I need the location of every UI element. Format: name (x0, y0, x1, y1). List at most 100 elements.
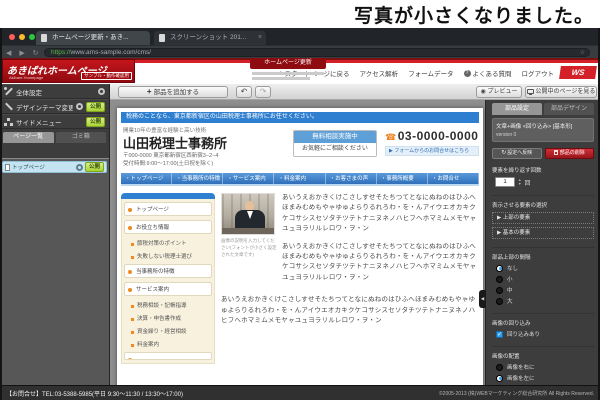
address-bar[interactable]: https://www.ams-sample.com/cms/ ☆ (44, 48, 590, 57)
wrap-option[interactable]: ✓回り込みあり (492, 330, 594, 338)
phone-area: ☎03-0000-0000 ▶ フォームからのお問合せはこちら (385, 129, 479, 156)
tab-page-list[interactable]: ページ一覧 (3, 132, 54, 143)
menu-subitem[interactable]: 決算・申告書作成 (124, 313, 212, 326)
gear-icon[interactable] (76, 164, 83, 171)
element-group-basic[interactable]: ▶ 基本の要素 (492, 227, 594, 239)
staff-photo[interactable] (221, 193, 275, 235)
window-edge-left (0, 28, 2, 400)
menu-faq[interactable]: ?よくある質問 (464, 68, 512, 78)
site-body: トップページ お役立ち情報 節税対策のポイント 失敗しない税理士選び 当事務所の… (117, 186, 483, 364)
spacing-option-large[interactable]: 大 (492, 297, 594, 305)
footer-contact: 【お問合せ】TEL:03-5388-5985(平日 9:30〜11:30 / 1… (6, 389, 183, 398)
gear-icon[interactable] (76, 103, 83, 110)
tab-close-icon[interactable]: × (258, 31, 262, 45)
radio-icon[interactable] (496, 276, 503, 283)
design-theme-row[interactable]: デザインテーマ変更 公開 (0, 99, 109, 114)
nav-item-pricing[interactable]: 料金案内 (274, 173, 325, 184)
tab-trash[interactable]: ゴミ箱 (56, 132, 107, 143)
menu-item[interactable]: 当事務所の特徴 (124, 264, 212, 278)
browser-tab-active[interactable]: ホームページ更新・あき... (36, 31, 150, 45)
element-group-top[interactable]: ▶ 上部の要素 (492, 212, 594, 224)
publish-button[interactable]: 公開 (86, 102, 105, 112)
site-address: 〒000-0000 東京都新宿区西新宿3−2−4 (123, 151, 218, 159)
undo-button[interactable]: ↶ (236, 86, 252, 98)
site-title: 山田税理士事務所 (123, 133, 227, 152)
browser-nav-icons[interactable]: ◀ ▶ ↻ (6, 49, 42, 57)
gear-icon[interactable] (98, 88, 105, 95)
radio-icon[interactable] (496, 287, 503, 294)
close-window-button[interactable] (9, 34, 15, 40)
delete-part-button[interactable]: 部品の削除 (545, 148, 595, 159)
tab-part-settings[interactable]: 部品設定 (492, 103, 542, 115)
site-nav-bar: トップページ 当事務所の特徴 サービス案内 料金案内 お客さまの声 事務所概要 … (121, 173, 479, 186)
publish-button[interactable]: 公開 (86, 117, 105, 127)
nav-item-voices[interactable]: お客さまの声 (326, 173, 377, 184)
repeat-unit: 回 (524, 178, 530, 187)
menu-form-data[interactable]: フォームデータ (408, 68, 453, 78)
browser-tab-label: ホームページ更新・あき... (52, 34, 129, 41)
spacing-option-none[interactable]: なし (492, 264, 594, 272)
tab-part-design[interactable]: 部品デザイン (544, 103, 594, 115)
nav-item-contact[interactable]: お問合せ (428, 173, 479, 184)
menu-subitem[interactable]: 料金案内 (124, 339, 212, 352)
annotation-bar: 写真が小さくなりました。 (0, 0, 600, 28)
checkbox-checked-icon[interactable]: ✓ (496, 331, 503, 338)
spacing-option-small[interactable]: 小 (492, 275, 594, 283)
bookmark-star-icon[interactable]: ☆ (580, 49, 585, 57)
repeat-count-input[interactable] (495, 177, 515, 187)
contact-form-link[interactable]: ▶ フォームからのお問合せはこちら (385, 146, 479, 156)
publish-button[interactable]: 公開 (85, 162, 104, 172)
service-header: あきばれホームページ Akibare Homepage サンプル・動作確認用 ホ… (0, 58, 600, 84)
eye-icon: ◉ (481, 89, 486, 95)
preview-button[interactable]: ◉ プレビュー (476, 86, 522, 98)
menu-subitem[interactable]: 税務相談・記帳指導 (124, 300, 212, 313)
akibare-logo[interactable]: あきばれホームページ Akibare Homepage サンプル・動作確認用 (2, 59, 135, 83)
align-option-left[interactable]: 画像を左に (492, 374, 594, 382)
wrap-label: 画像の回り込み (492, 313, 594, 327)
body-paragraph-1: あいうえおかきくけこさしすせそたちつてとなにぬねのはひふへほまみむめもやゃゆゅよ… (282, 193, 479, 235)
consult-box-body: お気軽にご相談ください (294, 143, 376, 156)
browser-tab-bar: ホームページ更新・あき... スクリーンショット 201... × (0, 28, 600, 45)
spacing-option-medium[interactable]: 中 (492, 286, 594, 294)
redo-button[interactable]: ↷ (255, 86, 271, 98)
question-icon: ? (464, 70, 471, 77)
panel-buttons: ↻設定へ反映 部品の削除 (492, 148, 594, 159)
site-catchphrase-bar[interactable]: 税務のことなら、東京都新宿区の山田税理士事務所にお任せください。 (121, 112, 479, 123)
menu-item[interactable]: サービス案内 (124, 282, 212, 296)
radio-selected-icon[interactable] (496, 265, 503, 272)
radio-icon[interactable] (496, 364, 503, 371)
panel-collapse-handle[interactable]: ◀ (479, 290, 486, 308)
homepage-update-tab[interactable]: ホームページ更新 (250, 58, 326, 69)
minimize-window-button[interactable] (19, 34, 25, 40)
nav-item-overview[interactable]: 事務所概要 (377, 173, 428, 184)
menu-logout[interactable]: ログアウト (522, 68, 555, 78)
apply-settings-button[interactable]: ↻設定へ反映 (492, 148, 542, 159)
add-part-button[interactable]: +部品を追加する (118, 86, 228, 98)
maximize-window-button[interactable] (29, 34, 35, 40)
view-published-button[interactable]: 公開中のページを見る (525, 86, 597, 98)
global-settings-row[interactable]: 全体設定 (0, 84, 109, 99)
editor-toolbar: +部品を追加する ↶ ↷ ◉ プレビュー 公開中のページを見る (110, 84, 600, 100)
monitor-icon (527, 89, 534, 94)
page-list-item-selected[interactable]: トップページ 公開 (2, 161, 107, 173)
radio-selected-icon[interactable] (496, 375, 503, 382)
photo-desk (222, 228, 274, 234)
menu-subitem[interactable]: 資金繰り・経営相談 (124, 326, 212, 339)
menu-body: トップページ お役立ち情報 節税対策のポイント 失敗しない税理士選び 当事務所の… (121, 199, 215, 364)
menu-subitem[interactable]: 失敗しない税理士選び (124, 251, 212, 264)
nav-item-features[interactable]: 当事務所の特徴 (172, 173, 223, 184)
menu-access-analytics[interactable]: アクセス解析 (360, 68, 399, 78)
menu-item[interactable]: お役立ち情報 (124, 220, 212, 234)
menu-subitem[interactable]: 節税対策のポイント (124, 238, 212, 251)
align-option-right[interactable]: 画像を右に (492, 363, 594, 371)
nav-item-top[interactable]: トップページ (121, 173, 172, 184)
browser-tab-inactive[interactable]: スクリーンショット 201... × (154, 31, 266, 45)
side-menu-row[interactable]: サイドメニュー 公開 (0, 114, 109, 129)
nav-item-services[interactable]: サービス案内 (223, 173, 274, 184)
part-name: 文章+画像 <回り込み> [基本形] (496, 122, 590, 130)
menu-item[interactable]: トップページ (124, 202, 212, 216)
menu-item-clipped[interactable] (124, 352, 212, 360)
radio-icon[interactable] (496, 298, 503, 305)
stepper-arrows[interactable]: ▲▼ (518, 178, 521, 186)
browser-url-bar: ◀ ▶ ↻ https://www.ams-sample.com/cms/ ☆ (0, 45, 600, 58)
